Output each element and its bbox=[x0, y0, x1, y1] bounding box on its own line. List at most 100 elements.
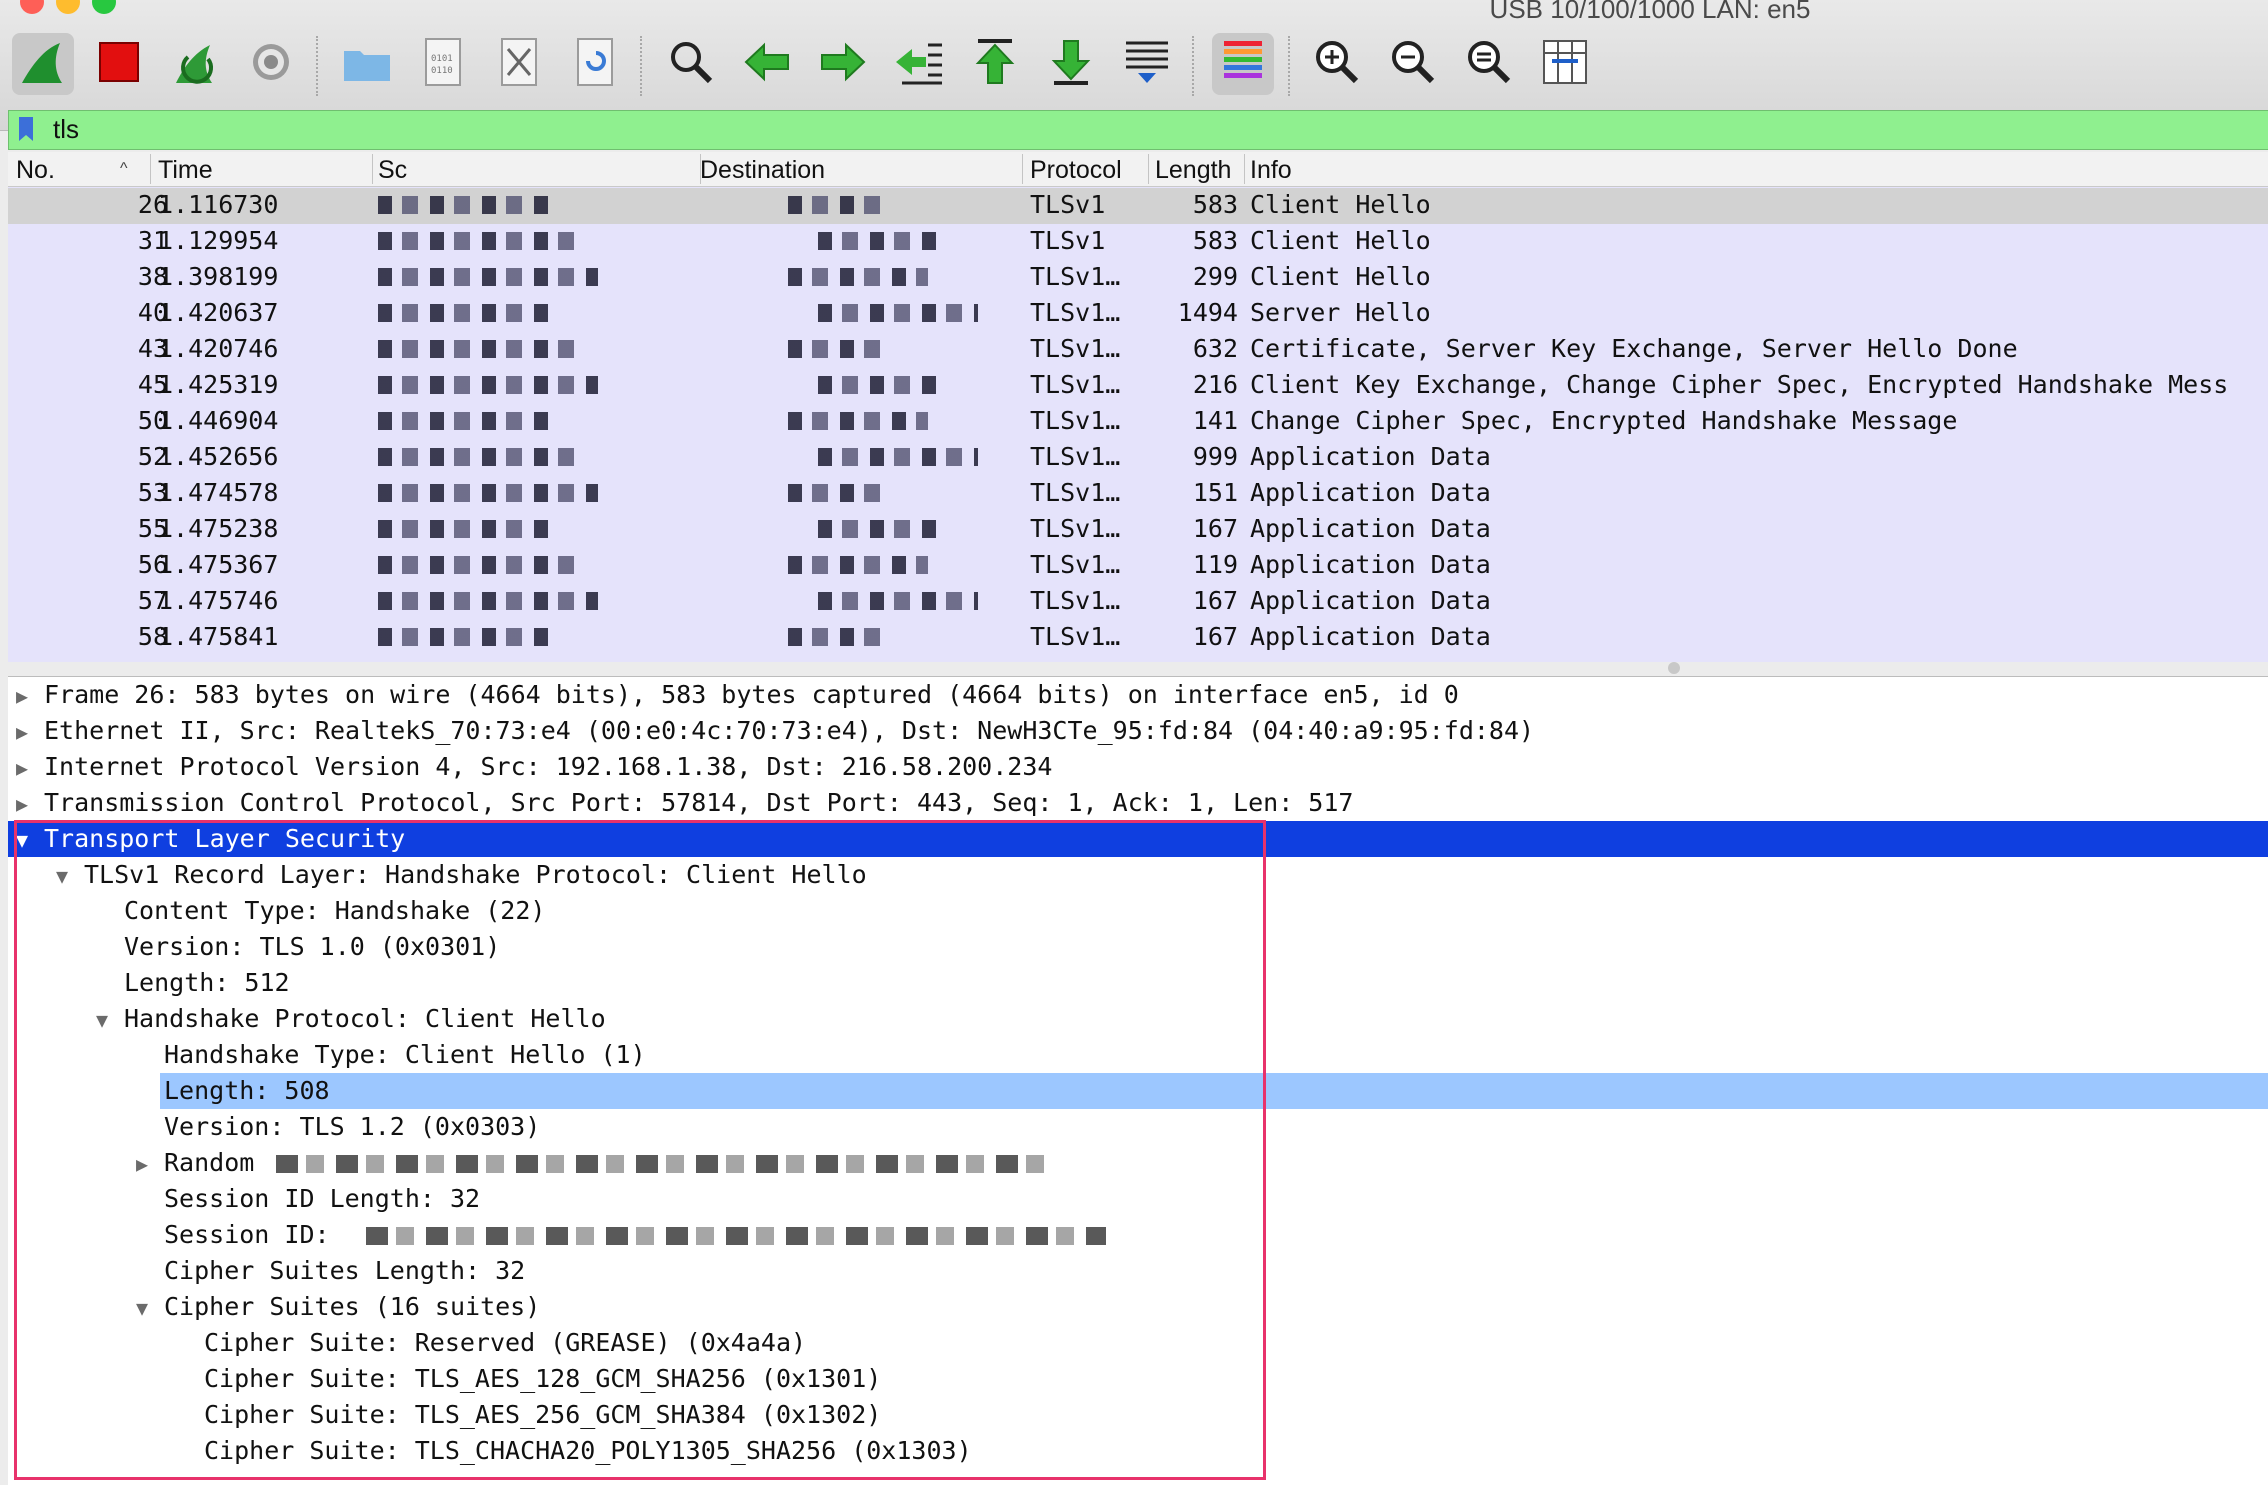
column-header-source[interactable]: Sc bbox=[378, 156, 407, 184]
detail-tree-item[interactable]: ▶ Ethernet II, Src: RealtekS_70:73:e4 (00… bbox=[16, 713, 1534, 749]
detail-item-label: Length: 508 bbox=[164, 1076, 330, 1105]
detail-item-label: Version: TLS 1.2 (0x0303) bbox=[164, 1112, 541, 1141]
go-to-packet-button[interactable] bbox=[888, 33, 950, 95]
column-divider[interactable] bbox=[1244, 154, 1245, 184]
reload-file-button[interactable] bbox=[564, 33, 626, 95]
stop-capture-button[interactable] bbox=[88, 33, 150, 95]
detail-tree-item[interactable]: Cipher Suite: Reserved (GREASE) (0x4a4a) bbox=[176, 1325, 806, 1361]
detail-item-label: Internet Protocol Version 4, Src: 192.16… bbox=[44, 752, 1053, 781]
open-folder-icon bbox=[340, 35, 394, 94]
packet-row[interactable]: 52 1.452656 TLSv1… 999 Application Data bbox=[8, 440, 2268, 476]
collapse-arrow-icon[interactable]: ▼ bbox=[16, 822, 44, 858]
zoom-out-button[interactable] bbox=[1382, 33, 1444, 95]
packet-row[interactable]: 40 1.420637 TLSv1… 1494 Server Hello bbox=[8, 296, 2268, 332]
packet-protocol: TLSv1… bbox=[1030, 406, 1121, 435]
expand-arrow-icon[interactable]: ▶ bbox=[16, 786, 44, 822]
capture-options-gear-button[interactable] bbox=[240, 33, 302, 95]
column-header-no[interactable]: No. bbox=[16, 156, 55, 184]
zoom-normal-button[interactable] bbox=[1458, 33, 1520, 95]
redacted-destination-address bbox=[818, 304, 978, 322]
zoom-window-button[interactable] bbox=[92, 0, 116, 14]
packet-row[interactable]: 55 1.475238 TLSv1… 167 Application Data bbox=[8, 512, 2268, 548]
collapse-arrow-icon[interactable]: ▼ bbox=[136, 1290, 164, 1326]
detail-tree-item[interactable]: Cipher Suite: TLS_AES_128_GCM_SHA256 (0x… bbox=[176, 1361, 881, 1397]
packet-time: 1.452656 bbox=[158, 442, 279, 471]
go-first-button[interactable] bbox=[964, 33, 1026, 95]
packet-protocol: TLSv1… bbox=[1030, 298, 1121, 327]
detail-tree-item[interactable]: Cipher Suite: TLS_AES_256_GCM_SHA384 (0x… bbox=[176, 1397, 881, 1433]
packet-length: 167 bbox=[1192, 514, 1238, 543]
expand-arrow-icon[interactable]: ▶ bbox=[16, 750, 44, 786]
detail-tree-item[interactable]: ▶ Transmission Control Protocol, Src Port… bbox=[16, 785, 1353, 821]
redacted-destination-address bbox=[788, 556, 928, 574]
pane-splitter-handle[interactable] bbox=[1668, 662, 1680, 674]
shark-fin-start-button[interactable] bbox=[12, 33, 74, 95]
detail-tree-item[interactable]: ▼ Handshake Protocol: Client Hello bbox=[96, 1001, 606, 1037]
column-header-info[interactable]: Info bbox=[1250, 156, 1292, 184]
detail-tree-item[interactable]: ▶ Random bbox=[136, 1145, 1056, 1182]
go-forward-button[interactable] bbox=[812, 33, 874, 95]
open-folder-button[interactable] bbox=[336, 33, 398, 95]
packet-row[interactable]: 50 1.446904 TLSv1… 141 Change Cipher Spec, E… bbox=[8, 404, 2268, 440]
detail-tree-item[interactable]: Length: 508 bbox=[160, 1073, 2268, 1109]
minimize-window-button[interactable] bbox=[56, 0, 80, 14]
collapse-arrow-icon[interactable]: ▼ bbox=[56, 858, 84, 894]
detail-item-label: Cipher Suite: TLS_AES_256_GCM_SHA384 (0x… bbox=[204, 1400, 882, 1429]
close-file-icon bbox=[492, 35, 546, 94]
column-divider[interactable] bbox=[372, 154, 373, 184]
collapse-arrow-icon[interactable]: ▼ bbox=[96, 1002, 124, 1038]
detail-tree-item[interactable]: ▼ Transport Layer Security bbox=[8, 821, 2268, 857]
find-packet-button[interactable] bbox=[660, 33, 722, 95]
column-header-destination[interactable]: Destination bbox=[700, 156, 825, 184]
display-filter-input[interactable] bbox=[53, 112, 2253, 146]
column-header-time[interactable]: Time bbox=[158, 156, 213, 184]
detail-item-label: Cipher Suite: TLS_CHACHA20_POLY1305_SHA2… bbox=[204, 1436, 972, 1465]
column-divider[interactable] bbox=[1148, 154, 1149, 184]
column-header-protocol[interactable]: Protocol bbox=[1030, 156, 1122, 184]
packet-row[interactable]: 57 1.475746 TLSv1… 167 Application Data bbox=[8, 584, 2268, 620]
packet-row[interactable]: 38 1.398199 TLSv1… 299 Client Hello bbox=[8, 260, 2268, 296]
packet-info: Client Hello bbox=[1250, 262, 1431, 291]
save-file-button[interactable]: 0101 0110 bbox=[412, 33, 474, 95]
resize-columns-button[interactable] bbox=[1534, 33, 1596, 95]
packet-row[interactable]: 45 1.425319 TLSv1… 216 Client Key Exchange, … bbox=[8, 368, 2268, 404]
autoscroll-button[interactable] bbox=[1116, 33, 1178, 95]
redacted-source-address bbox=[378, 376, 598, 394]
expand-arrow-icon[interactable]: ▶ bbox=[16, 678, 44, 714]
detail-tree-item[interactable]: Session ID: bbox=[136, 1217, 1106, 1253]
detail-tree-item[interactable]: Handshake Type: Client Hello (1) bbox=[136, 1037, 646, 1073]
go-last-button[interactable] bbox=[1040, 33, 1102, 95]
detail-tree-item[interactable]: ▶ Frame 26: 583 bytes on wire (4664 bits)… bbox=[16, 677, 1459, 713]
column-divider[interactable] bbox=[1022, 154, 1023, 184]
colorize-button[interactable] bbox=[1212, 33, 1274, 95]
zoom-in-button[interactable] bbox=[1306, 33, 1368, 95]
go-back-button[interactable] bbox=[736, 33, 798, 95]
expand-arrow-icon[interactable]: ▶ bbox=[16, 714, 44, 750]
filter-bookmark-icon[interactable] bbox=[19, 117, 33, 141]
close-window-button[interactable] bbox=[20, 0, 44, 14]
detail-tree-item[interactable]: ▼ TLSv1 Record Layer: Handshake Protocol:… bbox=[56, 857, 867, 893]
detail-item-label: Version: TLS 1.0 (0x0301) bbox=[124, 932, 501, 961]
restart-capture-button[interactable] bbox=[164, 33, 226, 95]
detail-tree-item[interactable]: ▶ Internet Protocol Version 4, Src: 192.1… bbox=[16, 749, 1052, 785]
detail-tree-item[interactable]: Version: TLS 1.2 (0x0303) bbox=[136, 1109, 540, 1145]
packet-row[interactable]: 31 1.129954 TLSv1 583 Client Hello bbox=[8, 224, 2268, 260]
detail-tree-item[interactable]: Cipher Suites Length: 32 bbox=[136, 1253, 525, 1289]
packet-row[interactable]: 26 1.116730 TLSv1 583 Client Hello bbox=[8, 188, 2268, 224]
close-file-button[interactable] bbox=[488, 33, 550, 95]
detail-tree-item[interactable]: Content Type: Handshake (22) bbox=[96, 893, 545, 929]
packet-row[interactable]: 43 1.420746 TLSv1… 632 Certificate, Server K… bbox=[8, 332, 2268, 368]
detail-tree-item[interactable]: Cipher Suite: TLS_CHACHA20_POLY1305_SHA2… bbox=[176, 1433, 972, 1469]
expand-arrow-icon[interactable]: ▶ bbox=[136, 1146, 164, 1182]
detail-tree-item[interactable]: Version: TLS 1.0 (0x0301) bbox=[96, 929, 500, 965]
packet-row[interactable]: 56 1.475367 TLSv1… 119 Application Data bbox=[8, 548, 2268, 584]
autoscroll-icon bbox=[1120, 35, 1174, 94]
column-header-length[interactable]: Length bbox=[1155, 156, 1239, 184]
column-divider[interactable] bbox=[150, 154, 151, 184]
detail-tree-item[interactable]: Session ID Length: 32 bbox=[136, 1181, 480, 1217]
detail-tree-item[interactable]: Length: 512 bbox=[96, 965, 290, 1001]
detail-tree-item[interactable]: ▼ Cipher Suites (16 suites) bbox=[136, 1289, 540, 1325]
packet-time: 1.420637 bbox=[158, 298, 279, 327]
packet-row[interactable]: 58 1.475841 TLSv1… 167 Application Data bbox=[8, 620, 2268, 656]
packet-row[interactable]: 53 1.474578 TLSv1… 151 Application Data bbox=[8, 476, 2268, 512]
